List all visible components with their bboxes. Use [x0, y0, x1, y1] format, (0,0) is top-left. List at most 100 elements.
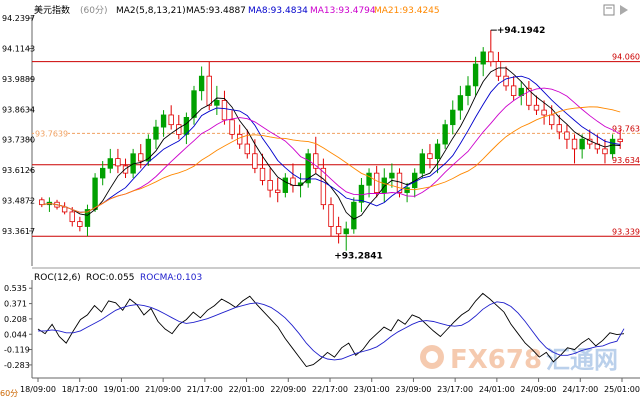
main-header: 美元指数 (60分) MA2(5,8,13,21) MA5:93.4887 MA…	[34, 4, 440, 16]
x-tick-label: 23/09:00	[395, 385, 431, 394]
candle-up	[214, 100, 220, 106]
candle-down	[275, 189, 281, 193]
rocma-value: ROCMA:0.103	[140, 273, 202, 283]
x-tick-label: 21/09:00	[145, 385, 181, 394]
candle-down	[541, 109, 547, 116]
candle-down	[168, 114, 174, 126]
candle-down	[617, 138, 623, 143]
candle-down	[244, 143, 250, 155]
candle-up	[358, 184, 365, 203]
candle-down	[267, 180, 273, 191]
candle-up	[282, 177, 289, 193]
y-tick-label: 93.6126	[2, 166, 35, 175]
candle-down	[61, 206, 68, 213]
candle-down	[335, 226, 342, 235]
x-tick-label: 22/09:00	[270, 385, 306, 394]
x-tick-label: 24/17:00	[562, 385, 598, 394]
main-axes: 94.2397 94.1143 93.9889 93.8634 93.7380 93.61…	[2, 14, 35, 266]
candle-up	[366, 172, 372, 186]
candle-down	[510, 85, 517, 96]
x-tick-label: 18/09:00	[20, 385, 56, 394]
candle-up	[480, 51, 486, 65]
roc-label: ROC(12,6)	[34, 273, 81, 283]
price-line-label-left: 93.7639	[35, 129, 68, 138]
candle-down	[556, 124, 562, 133]
price-chart[interactable]: 美元指数 (60分) MA2(5,8,13,21) MA5:93.4887 MA…	[0, 0, 640, 400]
candle-down	[138, 153, 144, 162]
candle-up	[160, 114, 167, 128]
candle-up	[472, 63, 479, 87]
ma8-value: MA8:93.4834	[248, 6, 308, 16]
candle-up	[465, 85, 471, 96]
roc-y-tick-label: 0.371	[4, 300, 27, 309]
y-tick-label: 94.2397	[2, 14, 35, 23]
period-label: (60分)	[80, 5, 107, 16]
roc-header: ROC(12,6) ROC:0.055 ROCMA:0.103	[34, 273, 202, 283]
candle-down	[564, 131, 570, 140]
candle-up	[191, 90, 197, 118]
price-line-label: 93.6344	[612, 156, 640, 165]
candle-up	[145, 138, 152, 162]
ma21-value: MA21:93.4245	[374, 6, 440, 16]
roc-y-tick-label: 0.044	[4, 330, 27, 339]
y-tick-label: 93.9889	[2, 75, 35, 84]
candle-down	[571, 138, 578, 150]
y-tick-label: 93.7380	[2, 136, 35, 145]
candle-down	[39, 199, 45, 206]
candle-down	[122, 165, 129, 174]
roc-y-tick-label: 0.208	[4, 315, 27, 324]
candle-up	[107, 158, 113, 169]
y-tick-label: 94.1143	[2, 44, 35, 53]
candle-down	[533, 104, 540, 111]
roc-y-tick-label: 0.535	[4, 284, 27, 293]
y-tick-label: 93.3617	[2, 227, 35, 236]
candle-down	[206, 75, 212, 106]
x-tick-label: 22/17:00	[312, 385, 348, 394]
candle-down	[602, 148, 608, 155]
x-tick-label: 24/09:00	[521, 385, 557, 394]
candle-up	[351, 201, 357, 230]
candle-up	[442, 124, 448, 145]
candle-up	[419, 153, 426, 174]
watermark-brand: FX678	[450, 345, 542, 375]
x-tick-label: 24/01:00	[479, 385, 515, 394]
candle-up	[100, 167, 106, 179]
candle-down	[503, 75, 509, 87]
x-tick-label: 21/17:00	[187, 385, 223, 394]
x-tick-label: 22/01:00	[229, 385, 265, 394]
x-tick-label: 23/01:00	[354, 385, 390, 394]
candle-up	[404, 187, 410, 193]
price-line-label: 93.3396	[612, 227, 640, 236]
x-tick-label: 18/17:00	[62, 385, 98, 394]
candle-up	[579, 138, 585, 150]
ma5-value: MA5:93.4887	[186, 6, 246, 16]
candle-down	[427, 153, 433, 160]
candle-up	[457, 95, 464, 111]
candle-up	[153, 126, 159, 140]
candle-up	[434, 143, 441, 160]
roc-y-tick-label: -0.119	[4, 346, 30, 355]
candle-down	[328, 204, 334, 227]
candle-down	[549, 114, 555, 126]
y-tick-label: 93.4872	[2, 196, 35, 205]
watermark-logo-inner	[426, 351, 438, 363]
candle-down	[69, 211, 75, 223]
watermark: FX678 汇通网	[420, 345, 618, 375]
symbol-label: 美元指数	[34, 4, 70, 16]
candle-up	[198, 75, 205, 92]
candle-down	[488, 51, 494, 63]
roc-y-tick-label: -0.283	[4, 361, 30, 370]
x-tick-label: 23/17:00	[437, 385, 473, 394]
candle-down	[373, 172, 380, 193]
candle-up	[92, 177, 98, 210]
candle-down	[115, 158, 121, 167]
candle-down	[77, 221, 83, 227]
x-tick-label: 19/01:00	[103, 385, 139, 394]
candle-up	[450, 109, 456, 126]
candle-down	[221, 100, 228, 121]
high-annotation: +94.1942	[497, 26, 546, 36]
low-annotation: +93.2841	[334, 252, 383, 262]
candle-up	[609, 138, 616, 155]
ma2-label: MA2(5,8,13,21)	[116, 6, 186, 16]
candle-down	[313, 153, 319, 169]
